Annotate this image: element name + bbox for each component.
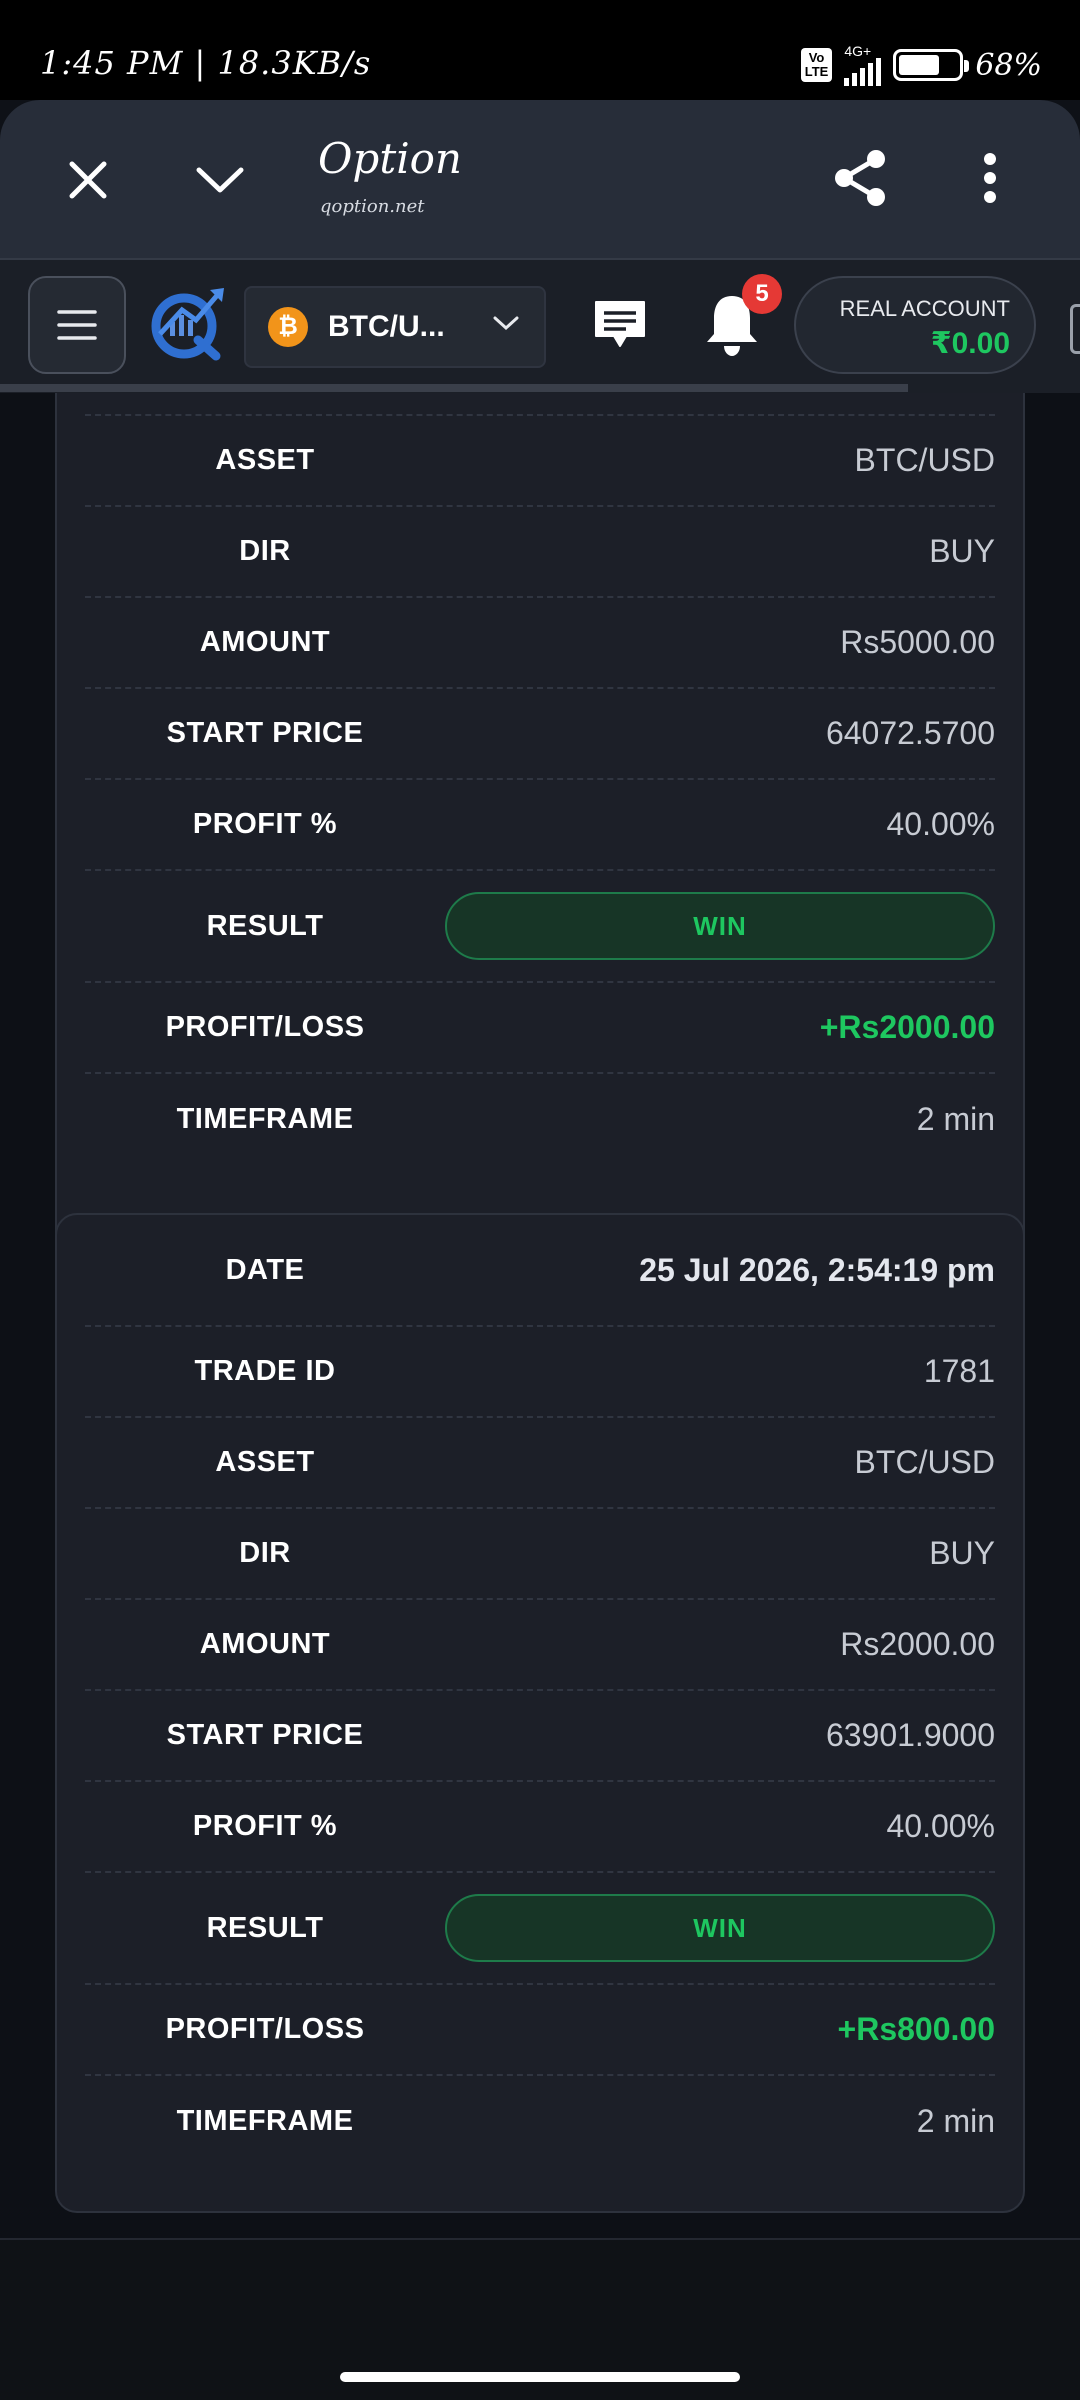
row-label: PROFIT/LOSS xyxy=(165,2013,365,2045)
trade-pl-row: PROFIT/LOSS +Rs800.00 xyxy=(85,1985,995,2076)
asset-pair-dropdown[interactable]: ₿ BTC/U... xyxy=(244,286,546,368)
row-label: RESULT xyxy=(206,909,324,942)
row-label: AMOUNT xyxy=(199,1628,331,1660)
row-label: START PRICE xyxy=(166,717,364,749)
bitcoin-icon: ₿ xyxy=(268,307,308,347)
volte-icon: Vo LTE xyxy=(800,48,833,82)
trade-row: ASSET BTC/USD xyxy=(85,416,995,507)
close-button[interactable] xyxy=(58,150,118,210)
row-label: TRADE ID xyxy=(194,1355,336,1387)
trade-timeframe-row: TIMEFRAME 2 min xyxy=(85,1074,995,1165)
trade-result-row: RESULT WIN xyxy=(85,1873,995,1985)
trade-history-list: ASSET BTC/USD DIR BUY AMOUNT Rs5000.00 S… xyxy=(0,393,1080,2238)
row-value: 64072.5700 xyxy=(825,715,995,751)
row-label: PROFIT % xyxy=(192,1810,338,1842)
row-label: ASSET xyxy=(215,1446,315,1478)
result-badge: WIN xyxy=(445,892,995,960)
trade-row: AMOUNT Rs5000.00 xyxy=(85,598,995,689)
chevron-down-icon xyxy=(196,167,244,193)
app-logo-icon xyxy=(151,288,224,361)
row-label: DIR xyxy=(239,535,291,567)
battery-percent: 68% xyxy=(975,47,1042,83)
row-label: START PRICE xyxy=(166,1719,364,1751)
trade-row: START PRICE 64072.5700 xyxy=(85,689,995,780)
result-badge: WIN xyxy=(445,1894,995,1962)
profit-loss-value: +Rs800.00 xyxy=(837,2011,995,2047)
row-value: 1781 xyxy=(923,1353,995,1389)
trade-date-row: DATE 25 Jul 2026, 2:54:19 pm xyxy=(85,1215,995,1327)
menu-button[interactable] xyxy=(28,276,126,374)
status-bar: 1:45 PM | 18.3KB/s Vo LTE 4G+ 68% xyxy=(0,0,1080,100)
browser-toolbar: Option qoption.net xyxy=(0,100,1080,258)
network-indicator: 4G+ xyxy=(844,43,882,86)
row-label: TIMEFRAME xyxy=(176,1103,354,1135)
home-indicator[interactable] xyxy=(340,2372,740,2382)
site-url: qoption.net xyxy=(320,196,425,217)
trade-result-row: RESULT WIN xyxy=(85,871,995,983)
trade-card: DATE 25 Jul 2026, 2:54:19 pm TRADE ID 17… xyxy=(55,1213,1025,2213)
trade-timeframe-row: TIMEFRAME 2 min xyxy=(85,2076,995,2167)
trade-pl-row: PROFIT/LOSS +Rs2000.00 xyxy=(85,983,995,1074)
trade-date-value: 25 Jul 2026, 2:54:19 pm xyxy=(639,1251,995,1288)
chat-icon[interactable] xyxy=(590,296,650,356)
row-label: AMOUNT xyxy=(199,626,331,658)
trade-row-hidden xyxy=(85,393,995,416)
timeframe-value: 2 min xyxy=(916,1101,995,1137)
profit-loss-value: +Rs2000.00 xyxy=(819,1009,995,1045)
account-type-label: REAL ACCOUNT xyxy=(839,296,1010,321)
more-options-button[interactable] xyxy=(965,148,1015,208)
share-button[interactable] xyxy=(830,148,890,208)
row-value: Rs5000.00 xyxy=(840,624,995,660)
row-label: DATE xyxy=(225,1253,305,1286)
signal-icon xyxy=(844,58,882,86)
notification-badge: 5 xyxy=(742,274,782,314)
trade-row: TRADE ID 1781 xyxy=(85,1327,995,1418)
battery-icon xyxy=(893,49,970,81)
row-value: 40.00% xyxy=(886,806,995,842)
status-icons: Vo LTE 4G+ 68% xyxy=(800,43,1042,86)
wallet-icon[interactable] xyxy=(1070,304,1080,354)
chevron-down-icon xyxy=(493,316,519,331)
trade-row: DIR BUY xyxy=(85,1509,995,1600)
timeframe-value: 2 min xyxy=(916,2103,995,2139)
close-icon xyxy=(69,161,107,199)
status-time-speed: 1:45 PM | 18.3KB/s xyxy=(40,44,372,82)
row-value: BTC/USD xyxy=(854,1444,995,1480)
header-scroll-indicator xyxy=(0,384,908,392)
trade-row: AMOUNT Rs2000.00 xyxy=(85,1600,995,1691)
asset-pair-label: BTC/U... xyxy=(328,310,445,343)
row-value: 63901.9000 xyxy=(825,1717,995,1753)
trade-row: PROFIT % 40.00% xyxy=(85,780,995,871)
account-balance-button[interactable]: REAL ACCOUNT ₹0.00 xyxy=(794,276,1036,374)
row-label: RESULT xyxy=(206,1911,324,1944)
site-title: Option xyxy=(318,134,462,183)
row-label: DIR xyxy=(239,1537,291,1569)
collapse-button[interactable] xyxy=(190,150,250,210)
trade-row: START PRICE 63901.9000 xyxy=(85,1691,995,1782)
row-label: PROFIT % xyxy=(192,808,338,840)
row-value: 40.00% xyxy=(886,1808,995,1844)
trade-row: ASSET BTC/USD xyxy=(85,1418,995,1509)
account-balance: ₹0.00 xyxy=(930,327,1010,360)
share-icon xyxy=(835,150,885,206)
row-label: ASSET xyxy=(215,444,315,476)
row-label: PROFIT/LOSS xyxy=(165,1011,365,1043)
more-vertical-icon xyxy=(984,153,996,203)
hamburger-icon xyxy=(57,310,97,340)
battery-fill xyxy=(899,55,939,75)
row-label: TIMEFRAME xyxy=(176,2105,354,2137)
app-header: ₿ BTC/U... 5 REAL ACCOUNT ₹0.00 xyxy=(0,258,1080,393)
trade-row: PROFIT % 40.00% xyxy=(85,1782,995,1873)
row-value: BTC/USD xyxy=(854,442,995,478)
trade-row: DIR BUY xyxy=(85,507,995,598)
network-type: 4G+ xyxy=(844,43,872,59)
row-value: BUY xyxy=(929,1535,995,1571)
row-value: BUY xyxy=(929,533,995,569)
row-value: Rs2000.00 xyxy=(840,1626,995,1662)
